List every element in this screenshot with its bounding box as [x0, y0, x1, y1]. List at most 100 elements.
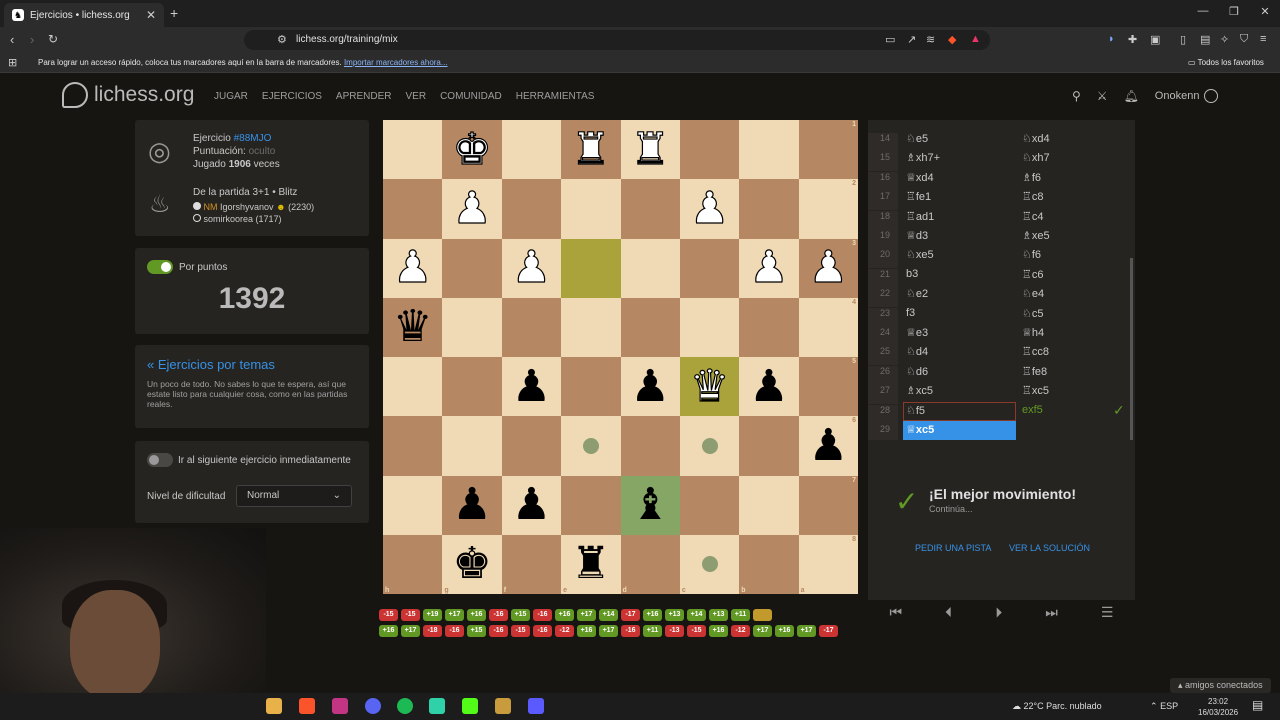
restore-icon[interactable]: ❐ [1219, 5, 1249, 18]
black-pawn-icon[interactable]: ♟ [512, 364, 551, 409]
white-rook-icon[interactable]: ♜ [630, 127, 671, 172]
board-square[interactable]: b [739, 534, 799, 594]
white-king-icon[interactable]: ♚ [452, 127, 493, 172]
history-badge[interactable]: -15 [401, 609, 420, 621]
all-favorites-button[interactable]: ▭ Todos los favoritos [1188, 58, 1264, 67]
black-move[interactable]: ♘f6 [1022, 248, 1041, 261]
board-square[interactable] [561, 238, 621, 298]
board-square[interactable] [679, 120, 740, 180]
move-list-scrollbar[interactable] [1130, 258, 1133, 440]
white-pawn-icon[interactable]: ♟ [452, 186, 493, 231]
instagram-icon[interactable] [332, 698, 348, 714]
close-window-icon[interactable]: ✕ [1250, 5, 1280, 18]
history-badge[interactable]: +16 [775, 625, 794, 637]
extensions-icon[interactable]: ✚ [1128, 33, 1137, 46]
board-square[interactable] [561, 179, 621, 239]
site-info-icon[interactable]: ⚙ [277, 33, 287, 46]
menu-icon[interactable]: ≡ [1260, 33, 1266, 45]
vpn-icon[interactable]: ⛉ [1240, 33, 1248, 46]
black-king-icon[interactable]: ♚ [452, 542, 491, 586]
history-badge[interactable]: +11 [643, 625, 662, 637]
history-badge[interactable]: -12 [731, 625, 750, 637]
next-move-icon[interactable]: ⏵ [995, 604, 1002, 621]
board-square[interactable]: d [620, 534, 680, 594]
board-square[interactable]: ♚ [442, 120, 502, 180]
white-move[interactable]: ♘d4 [906, 345, 928, 358]
history-badge[interactable]: +16 [709, 625, 728, 637]
board-square[interactable] [679, 416, 740, 476]
history-badge[interactable]: +17 [401, 625, 420, 637]
board-square[interactable]: ♟ [679, 179, 740, 239]
white-move[interactable]: ♕d3 [906, 229, 928, 242]
white-move[interactable]: ♕e3 [906, 326, 928, 339]
legal-move-dot[interactable] [701, 437, 718, 454]
nav-play[interactable]: JUGAR [214, 91, 248, 102]
solution-button[interactable]: VER LA SOLUCIÓN [1009, 543, 1090, 553]
board-square[interactable] [561, 416, 621, 476]
media-icon[interactable]: ▣ [1150, 33, 1160, 46]
board-square[interactable] [679, 238, 740, 298]
board-square[interactable]: ♟ [739, 238, 799, 298]
white-queen-icon[interactable]: ♛ [689, 364, 730, 409]
white-move[interactable]: ♘d6 [906, 365, 928, 378]
game-source[interactable]: De la partida 3+1 • Blitz [193, 187, 297, 198]
black-move[interactable]: ♖c4 [1022, 210, 1043, 223]
history-badge[interactable]: +11 [731, 609, 750, 621]
board-square[interactable]: h [383, 534, 443, 594]
board-square[interactable]: ♛ [383, 297, 443, 357]
black-move[interactable]: ♘e4 [1022, 287, 1044, 300]
board-square[interactable] [739, 297, 799, 357]
white-move[interactable]: ♗xc5 [906, 384, 933, 397]
board-square[interactable] [501, 179, 562, 239]
black-move[interactable]: ♖fe8 [1022, 365, 1047, 378]
board-square[interactable] [383, 357, 443, 417]
board-square[interactable]: 3 ♟ [798, 238, 858, 298]
black-move[interactable]: ♗xe5 [1022, 229, 1050, 242]
history-badge[interactable]: +14 [599, 609, 618, 621]
white-move[interactable]: ♕xc5 [906, 423, 934, 436]
brave-icon[interactable] [299, 698, 315, 714]
board-square[interactable] [739, 475, 799, 535]
history-badge[interactable]: +16 [379, 625, 398, 637]
site-logo[interactable]: lichess.org [62, 82, 194, 108]
nav-puzzles[interactable]: EJERCICIOS [262, 91, 322, 102]
black-pawn-icon[interactable]: ♟ [749, 364, 788, 409]
board-square[interactable]: 2 [798, 179, 858, 239]
black-pawn-icon[interactable]: ♟ [512, 483, 551, 527]
white-pawn-icon[interactable]: ♟ [689, 186, 730, 231]
board-square[interactable]: ♜ [620, 120, 680, 180]
chess-board[interactable]: ♚ ♜ ♜ 1 ♟ ♟ 2 ♟ ♟ ♟ 3 ♟ ♛ 4 ♟ ♟ ♛ ♟ 5 6 ♟ ♟ ♟ ♝ 7 h g ♚ f e ♜ d c b 8 a [383, 120, 858, 594]
sidebar-icon[interactable]: ▯ [1180, 33, 1186, 46]
history-badge[interactable]: +14 [687, 609, 706, 621]
history-badge[interactable]: +13 [709, 609, 728, 621]
hint-button[interactable]: PEDIR UNA PISTA [915, 543, 991, 553]
weather-widget[interactable]: ☁ 22°C Parc. nublado [1012, 701, 1102, 712]
board-square[interactable]: 8a [798, 534, 858, 594]
history-badge[interactable]: +15 [467, 625, 486, 637]
share-icon[interactable]: ↗ [907, 33, 916, 46]
board-square[interactable]: c [679, 534, 740, 594]
rated-toggle[interactable] [147, 260, 173, 274]
browser-tab[interactable]: ♞ Ejercicios • lichess.org ✕ [4, 3, 164, 27]
black-queen-icon[interactable]: ♛ [393, 305, 432, 349]
board-square[interactable]: ♟ [739, 357, 799, 417]
minimize-icon[interactable]: — [1188, 5, 1218, 17]
kick-icon[interactable] [462, 698, 478, 714]
notifications-icon[interactable]: 🔔︎ [1124, 89, 1139, 103]
board-square[interactable]: ♛ [679, 357, 740, 417]
board-square[interactable] [501, 120, 562, 180]
board-square[interactable] [442, 297, 502, 357]
themes-link[interactable]: « Ejercicios por temas [147, 357, 275, 372]
history-badge[interactable]: -16 [533, 625, 552, 637]
history-badge[interactable]: +16 [577, 625, 596, 637]
board-square[interactable] [620, 297, 680, 357]
legal-move-dot[interactable] [701, 556, 718, 573]
black-move[interactable]: ♘xd4 [1022, 132, 1050, 145]
white-move[interactable]: ♖ad1 [906, 210, 934, 223]
black-bishop-icon[interactable]: ♝ [630, 483, 669, 527]
history-badge[interactable]: -17 [621, 609, 640, 621]
board-square[interactable]: e ♜ [561, 534, 621, 594]
history-badge[interactable]: -16 [621, 625, 640, 637]
clock[interactable]: 23:02 16/03/2026 [1198, 696, 1238, 718]
black-move[interactable]: exf5 [1022, 404, 1043, 416]
